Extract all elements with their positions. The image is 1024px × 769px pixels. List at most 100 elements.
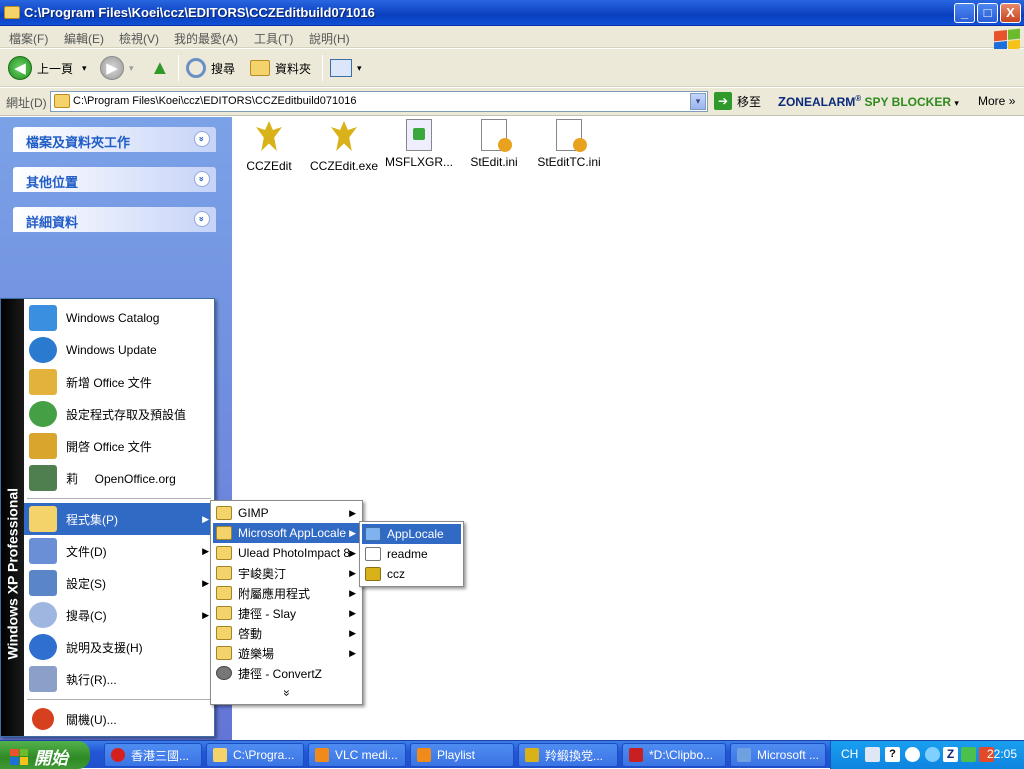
taskbar-button[interactable]: Microsoft ... (730, 743, 826, 767)
taskbar-button[interactable]: 羚緞換党... (518, 743, 618, 767)
taskbar-button[interactable]: Playlist (410, 743, 514, 767)
ini-icon (481, 119, 512, 152)
applocale-item-readme[interactable]: readme (362, 544, 461, 564)
menu-tools[interactable]: 工具(T) (254, 30, 293, 47)
menu-favorites[interactable]: 我的最愛(A) (174, 30, 238, 47)
address-dropdown-icon[interactable]: ▾ (690, 93, 706, 110)
program-item-slay[interactable]: 捷徑 - Slay ▶ (213, 603, 360, 623)
system-tray: CH ? Z 22:05 (830, 741, 1024, 769)
file-item[interactable]: StEdit.ini (454, 119, 534, 169)
start-item-search[interactable]: 搜尋(C) ▶ (24, 599, 214, 631)
task-panel-other-places[interactable]: 其他位置 » (13, 167, 216, 192)
network-icon[interactable] (961, 747, 976, 762)
views-button[interactable]: ▾ (330, 55, 362, 81)
forward-dropdown-icon[interactable]: ▾ (129, 63, 134, 74)
clock[interactable]: 22:05 (987, 747, 1017, 761)
menu-view[interactable]: 檢視(V) (119, 30, 159, 47)
chevron-down-icon[interactable]: » (194, 131, 210, 147)
title-bar[interactable]: C:\Program Files\Koei\ccz\EDITORS\CCZEdi… (0, 0, 1024, 26)
file-item[interactable]: CCZEdit.exe (304, 119, 384, 173)
address-field[interactable]: C:\Program Files\Koei\ccz\EDITORS\CCZEdi… (50, 91, 708, 112)
start-item-new-office-doc[interactable]: 新增 Office 文件 (24, 366, 214, 398)
chevron-right-icon: » (1008, 94, 1016, 108)
forward-button[interactable]: ▶ ▾ (100, 55, 134, 81)
task-panel-details[interactable]: 詳細資料 » (13, 207, 216, 232)
folders-button[interactable]: 資料夾 (250, 55, 311, 81)
program-item-yujun[interactable]: 宇峻奧汀 ▶ (213, 563, 360, 583)
go-button[interactable]: ➔ 移至 (714, 92, 761, 110)
taskbar-button[interactable]: C:\Progra... (206, 743, 304, 767)
bird-shortcut-icon (252, 119, 286, 155)
start-item-label: 搜尋(C) (66, 608, 107, 623)
program-item-convertz[interactable]: 捷徑 - ConvertZ (213, 663, 360, 683)
close-button[interactable]: X (1000, 3, 1021, 23)
address-bar: 網址(D) C:\Program Files\Koei\ccz\EDITORS\… (0, 88, 1024, 116)
windows-logo-icon (10, 748, 28, 765)
more-button[interactable]: More » (978, 94, 1015, 108)
applocale-item-applocale[interactable]: AppLocale (362, 524, 461, 544)
language-indicator[interactable]: CH (841, 747, 858, 761)
views-dropdown-icon: ▾ (357, 62, 362, 73)
file-name: CCZEdit (246, 159, 292, 173)
ini-icon (556, 119, 587, 152)
minimize-button[interactable]: _ (954, 3, 975, 23)
file-item[interactable]: StEditTC.ini (529, 119, 609, 169)
program-item-gimp[interactable]: GIMP ▶ (213, 503, 360, 523)
applocale-label: ccz (387, 567, 405, 581)
program-label: Microsoft AppLocale (238, 526, 347, 540)
start-item-windows-catalog[interactable]: Windows Catalog (24, 302, 214, 334)
expand-more-button[interactable]: » (277, 683, 297, 703)
start-item-documents[interactable]: 文件(D) ▶ (24, 535, 214, 567)
zonealarm-tray-icon[interactable]: Z (943, 747, 958, 762)
start-item-run[interactable]: 執行(R)... (24, 663, 214, 695)
help-icon (29, 634, 57, 660)
submenu-arrow-icon: ▶ (349, 547, 356, 558)
chevron-down-icon[interactable]: » (194, 211, 210, 227)
submenu-arrow-icon: ▶ (349, 587, 356, 598)
start-item-help[interactable]: 說明及支援(H) (24, 631, 214, 663)
maximize-button[interactable]: □ (977, 3, 998, 23)
start-item-settings[interactable]: 設定(S) ▶ (24, 567, 214, 599)
start-item-shutdown[interactable]: 關機(U)... (24, 703, 214, 735)
applocale-item-ccz[interactable]: ccz (362, 564, 461, 584)
file-item[interactable]: CCZEdit (229, 119, 309, 173)
program-item-accessories[interactable]: 附屬應用程式 ▶ (213, 583, 360, 603)
task-panel-file-folder[interactable]: 檔案及資料夾工作 » (13, 127, 216, 152)
program-folder-icon (216, 566, 232, 580)
back-dropdown-icon[interactable]: ▾ (82, 63, 87, 74)
start-item-programs[interactable]: 程式集(P) ▶ (24, 503, 214, 535)
keyboard-layout-icon[interactable] (905, 747, 920, 762)
menu-edit[interactable]: 編輯(E) (64, 30, 104, 47)
file-item[interactable]: MSFLXGR... (379, 119, 459, 169)
program-item-applocale[interactable]: Microsoft AppLocale ▶ (213, 523, 360, 543)
help-icon[interactable]: ? (885, 747, 900, 762)
start-item-windows-update[interactable]: Windows Update (24, 334, 214, 366)
chevron-down-icon[interactable]: » (194, 171, 210, 187)
show-hidden-icons-icon[interactable] (925, 747, 940, 762)
program-item-startup[interactable]: 啓動 ▶ (213, 623, 360, 643)
menu-file[interactable]: 檔案(F) (9, 30, 48, 47)
task-panel-title: 檔案及資料夾工作 (26, 135, 131, 150)
program-item-games[interactable]: 遊樂場 ▶ (213, 643, 360, 663)
taskbar-label: Playlist (437, 748, 476, 762)
taskbar-button[interactable]: *D:\Clipbo... (622, 743, 726, 767)
start-item-label: 說明及支援(H) (66, 640, 143, 655)
zonealarm-spyblocker-button[interactable]: ZONEALARM® SPY BLOCKER ▾ (778, 94, 959, 109)
back-button[interactable]: ◀ 上一頁 ▾ (8, 55, 87, 81)
start-item-program-access[interactable]: 設定程式存取及預設值 (24, 398, 214, 430)
start-button[interactable]: 開始 (0, 741, 90, 769)
start-item-label: 新增 Office 文件 (66, 375, 152, 390)
banner-text: Windows XP Professional (4, 487, 21, 660)
search-button[interactable]: 搜尋 (186, 55, 235, 81)
menu-help[interactable]: 說明(H) (309, 30, 350, 47)
program-item-photoimpact[interactable]: Ulead PhotoImpact 8 ▶ (213, 543, 360, 563)
keyboard-icon[interactable] (865, 747, 880, 762)
start-item-open-office-doc[interactable]: 開啓 Office 文件 (24, 430, 214, 462)
program-folder-icon (216, 546, 232, 560)
file-name: MSFLXGR... (384, 155, 453, 169)
taskbar-button[interactable]: VLC medi... (308, 743, 406, 767)
start-item-openoffice[interactable]: 莉 OpenOffice.org (24, 462, 214, 494)
taskbar-button[interactable]: 香港三國... (104, 743, 202, 767)
up-button[interactable]: ▲ (150, 55, 170, 81)
program-folder-icon (216, 526, 232, 540)
